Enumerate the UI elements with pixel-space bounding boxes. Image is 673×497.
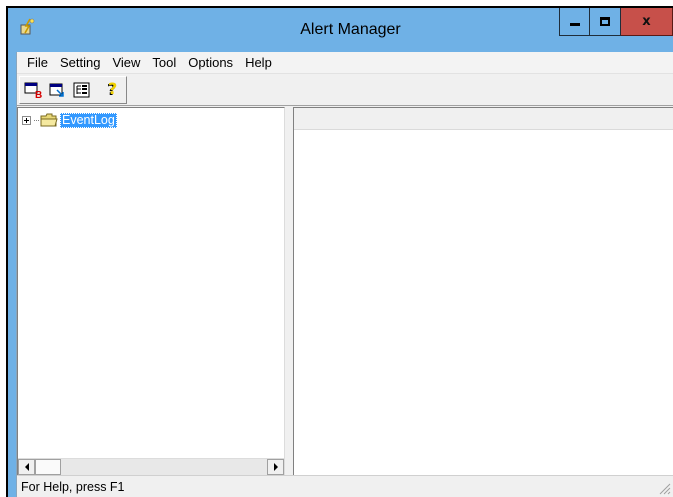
client-area: File Setting View Tool Options Help B ? …	[16, 52, 673, 497]
folder-icon	[40, 113, 58, 127]
menu-view[interactable]: View	[106, 52, 146, 74]
svg-text:B: B	[35, 90, 42, 99]
tree-view-button[interactable]	[70, 78, 94, 102]
horizontal-scrollbar[interactable]	[18, 458, 284, 475]
resize-grip-icon[interactable]	[657, 481, 671, 495]
import-icon	[49, 83, 64, 97]
scroll-left-button[interactable]	[18, 459, 35, 475]
scroll-right-button[interactable]	[267, 459, 284, 475]
new-alert-button[interactable]: B	[22, 78, 46, 102]
maximize-button[interactable]	[590, 8, 621, 36]
svg-text:?: ?	[108, 80, 117, 98]
scroll-left-icon	[24, 463, 29, 471]
pane-splitter[interactable]	[285, 107, 293, 475]
status-bar: For Help, press F1	[17, 475, 673, 497]
scroll-thumb[interactable]	[35, 459, 61, 475]
tree-node-label[interactable]: EventLog	[60, 112, 117, 128]
minimize-icon	[569, 23, 580, 26]
help-button[interactable]: ? ?	[100, 78, 124, 102]
tree-connector	[34, 119, 39, 121]
menu-file[interactable]: File	[21, 52, 54, 74]
toolbar-group: B ? ?	[19, 75, 127, 104]
close-button[interactable]: x	[621, 8, 673, 36]
maximize-icon	[600, 17, 610, 26]
minimize-button[interactable]	[559, 8, 590, 36]
menu-tool[interactable]: Tool	[146, 52, 182, 74]
list-header[interactable]	[294, 108, 673, 130]
tree-node-eventlog[interactable]: EventLog	[22, 112, 117, 128]
menu-setting[interactable]: Setting	[54, 52, 106, 74]
menu-help[interactable]: Help	[239, 52, 278, 74]
status-text: For Help, press F1	[21, 479, 125, 494]
import-button[interactable]	[46, 78, 70, 102]
tree-view-icon	[73, 82, 90, 97]
close-icon: x	[642, 14, 651, 29]
list-view[interactable]	[293, 107, 673, 475]
split-panes: EventLog	[17, 107, 673, 475]
title-bar[interactable]: Alert Manager x	[8, 8, 673, 52]
new-alert-icon: B	[24, 82, 42, 99]
expand-plus-icon[interactable]	[22, 115, 31, 125]
toolbar: B ? ?	[17, 74, 673, 106]
menu-bar: File Setting View Tool Options Help	[17, 52, 673, 74]
menu-options[interactable]: Options	[182, 52, 239, 74]
scroll-right-icon	[273, 463, 278, 471]
help-question-icon: ? ?	[107, 80, 117, 99]
tree-view[interactable]: EventLog	[17, 107, 285, 475]
alert-manager-window: Alert Manager x File Setting View Tool O…	[6, 6, 673, 497]
caption-buttons: x	[559, 8, 673, 38]
